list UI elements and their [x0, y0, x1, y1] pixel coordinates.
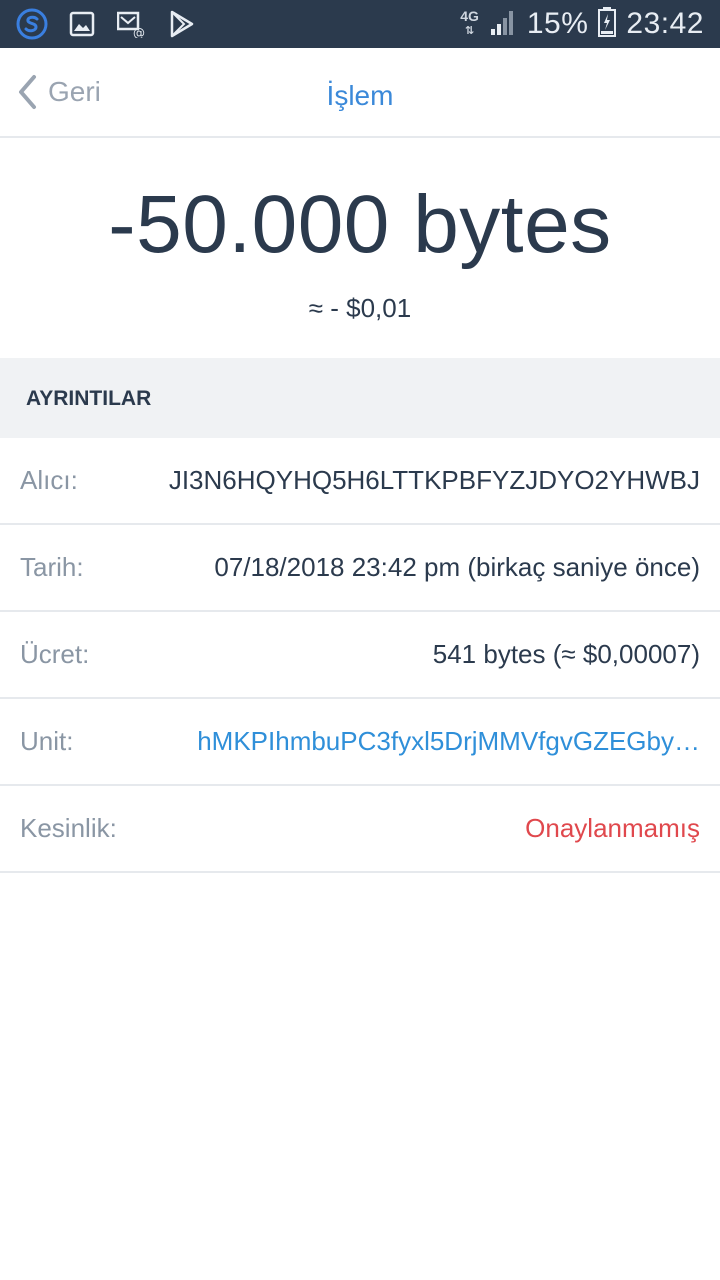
- finality-status: Onaylanmamış: [525, 813, 700, 843]
- fee-label: Ücret:: [20, 639, 90, 669]
- page-title: İşlem: [326, 80, 394, 111]
- network-label: 4G: [460, 8, 479, 24]
- transaction-amount: -50.000 bytes: [108, 179, 612, 270]
- section-title: AYRINTILAR: [26, 387, 152, 410]
- detail-row-date: Tarih: 07/18/2018 23:42 pm (birkaç saniy…: [0, 525, 720, 612]
- recipient-label: Alıcı:: [20, 465, 78, 495]
- status-bar: @ 4G ⇅ 15% 23:42: [0, 0, 720, 48]
- s-app-icon: [16, 8, 48, 40]
- nav-bar: Geri İşlem: [0, 48, 720, 138]
- gallery-icon: [66, 8, 98, 40]
- finality-label: Kesinlik:: [20, 813, 117, 843]
- fiat-amount: ≈ - $0,01: [308, 293, 412, 323]
- detail-row-fee: Ücret: 541 bytes (≈ $0,00007): [0, 612, 720, 699]
- amount-section: -50.000 bytes ≈ - $0,01: [0, 138, 720, 358]
- network-type: 4G ⇅: [460, 8, 479, 37]
- details-list: Alıcı: JI3N6HQYHQ5H6LTTKPBFYZJDYO2YHWBJ …: [0, 438, 720, 873]
- battery-icon: [598, 6, 617, 42]
- clock: 23:42: [626, 7, 704, 40]
- fee-value: 541 bytes (≈ $0,00007): [432, 639, 700, 669]
- detail-row-recipient[interactable]: Alıcı: JI3N6HQYHQ5H6LTTKPBFYZJDYO2YHWBJ: [0, 438, 720, 525]
- system-status: 4G ⇅ 15% 23:42: [460, 0, 704, 48]
- date-label: Tarih:: [20, 552, 84, 582]
- email-icon: @: [116, 8, 148, 40]
- detail-row-unit[interactable]: Unit: hMKPIhmbuPC3fyxl5DrjMMVfgvGZEGby…: [0, 699, 720, 786]
- recipient-address[interactable]: JI3N6HQYHQ5H6LTTKPBFYZJDYO2YHWBJ: [169, 465, 700, 496]
- play-store-icon: [166, 8, 198, 40]
- signal-icon: [489, 9, 517, 40]
- battery-percent: 15%: [526, 7, 589, 40]
- notification-icons: @: [16, 6, 198, 42]
- unit-link[interactable]: hMKPIhmbuPC3fyxl5DrjMMVfgvGZEGby…: [197, 726, 700, 757]
- date-value: 07/18/2018 23:42 pm (birkaç saniye önce): [214, 552, 700, 582]
- svg-text:@: @: [133, 26, 145, 38]
- details-section-header: AYRINTILAR: [0, 358, 720, 438]
- detail-row-finality: Kesinlik: Onaylanmamış: [0, 786, 720, 873]
- unit-label: Unit:: [20, 726, 74, 756]
